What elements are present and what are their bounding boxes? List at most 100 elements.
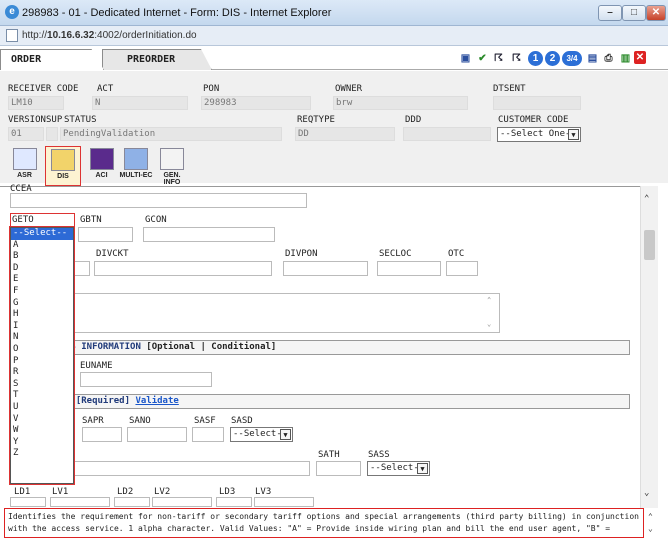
aci-form-button[interactable]: ACI <box>85 146 118 186</box>
ccea-input[interactable] <box>10 193 307 208</box>
pon-label: PON <box>203 84 220 94</box>
gbtn-input[interactable] <box>78 227 133 242</box>
euname-input[interactable] <box>80 372 212 387</box>
lv3-input[interactable] <box>254 497 314 507</box>
content-scrollbar[interactable]: ⌃ ⌄ <box>640 186 658 508</box>
title-bar: e 298983 - 01 - Dedicated Internet - For… <box>0 0 668 26</box>
tab-preorder[interactable]: PREORDER <box>102 49 212 70</box>
geto-dropdown-list[interactable]: --Select-- A B D E F G H I N O P R S T U V W Y Z <box>9 226 75 485</box>
geto-option[interactable]: U <box>11 402 73 414</box>
geto-option[interactable]: N <box>11 332 73 344</box>
geto-option[interactable]: B <box>11 251 73 263</box>
scroll-up-icon[interactable]: ⌃ <box>644 194 649 204</box>
sano-input[interactable] <box>127 427 187 442</box>
geto-option[interactable]: O <box>11 344 73 356</box>
print-icon[interactable]: ⎙ <box>601 51 616 66</box>
tab-strip: PREORDER ORDER ▣ ✔ ☈ ☈ 1 2 3/4 ▤ ⎙ ▥ ✕ <box>0 46 668 70</box>
geto-highlight <box>10 213 75 227</box>
sasd-select[interactable]: --Select-- ▼ <box>230 427 293 442</box>
geto-option[interactable]: E <box>11 274 73 286</box>
tab-order[interactable]: ORDER <box>0 49 104 70</box>
runner-alt-icon[interactable]: ☈ <box>509 51 524 66</box>
maximize-button[interactable]: □ <box>622 5 646 21</box>
geto-option[interactable]: S <box>11 379 73 391</box>
gen-info-form-button[interactable]: GEN. INFO <box>155 146 189 186</box>
otc-input[interactable] <box>446 261 478 276</box>
multi-ec-form-button[interactable]: MULTI-EC <box>119 146 153 186</box>
reqtype-label: REQTYPE <box>297 115 335 125</box>
owner-label: OWNER <box>335 84 363 94</box>
check-icon[interactable]: ✔ <box>475 51 490 66</box>
geto-option[interactable]: V <box>11 414 73 426</box>
sass-select[interactable]: --Select-- ▼ <box>367 461 430 476</box>
ld1-input[interactable] <box>10 497 46 507</box>
sasf-input[interactable] <box>192 427 224 442</box>
scroll-down-icon[interactable]: ⌄ <box>644 488 649 498</box>
secloc-input[interactable] <box>377 261 441 276</box>
pon-field: 298983 <box>201 96 311 110</box>
section-service-address: L [Required] Validate <box>10 394 630 409</box>
sapr-input[interactable] <box>82 427 122 442</box>
ld1-label: LD1 <box>14 487 31 497</box>
dis-form-button[interactable]: DIS <box>45 146 81 186</box>
runner-icon[interactable]: ☈ <box>491 51 506 66</box>
divpon-input[interactable] <box>283 261 368 276</box>
validate-link[interactable]: Validate <box>135 396 178 406</box>
lv1-input[interactable] <box>50 497 110 507</box>
section-end-user-info: SS INFORMATION [Optional | Conditional] <box>10 340 630 355</box>
scroll-thumb[interactable] <box>644 230 655 260</box>
export-icon[interactable]: ▥ <box>618 51 633 66</box>
customer-code-select[interactable]: --Select One-- ▼ <box>497 127 581 142</box>
address-bar[interactable]: http://10.16.6.32:4002/orderInitiation.d… <box>0 26 668 46</box>
document-icon[interactable]: ▤ <box>585 51 600 66</box>
page-2-button[interactable]: 2 <box>545 51 560 66</box>
geto-option[interactable]: I <box>11 321 73 333</box>
page-34-button[interactable]: 3/4 <box>562 51 582 66</box>
geto-option[interactable]: Z <box>11 448 73 460</box>
textarea-up-icon[interactable]: ⌃ <box>487 296 491 304</box>
geto-option[interactable]: D <box>11 263 73 275</box>
sasd-label: SASD <box>231 416 253 426</box>
geto-option[interactable]: G <box>11 298 73 310</box>
sath-input[interactable] <box>316 461 361 476</box>
status-field: PendingValidation <box>60 127 282 141</box>
textarea-down-icon[interactable]: ⌄ <box>487 320 491 328</box>
geto-option[interactable]: R <box>11 367 73 379</box>
reqtype-field: DD <box>295 127 395 141</box>
lv2-input[interactable] <box>152 497 212 507</box>
version-field: 01 <box>8 127 44 141</box>
ld2-input[interactable] <box>114 497 150 507</box>
minimize-button[interactable]: – <box>598 5 622 21</box>
sass-label: SASS <box>368 450 390 460</box>
asr-form-button[interactable]: ASR <box>8 146 41 186</box>
gcon-label: GCON <box>145 215 167 225</box>
close-button[interactable]: ✕ <box>646 5 666 21</box>
ld3-input[interactable] <box>216 497 252 507</box>
geto-option[interactable]: F <box>11 286 73 298</box>
dis-icon <box>51 149 75 171</box>
owner-field: brw <box>333 96 468 110</box>
geto-option[interactable]: H <box>11 309 73 321</box>
url-text[interactable]: http://10.16.6.32:4002/orderInitiation.d… <box>22 30 197 41</box>
geto-option[interactable]: W <box>11 425 73 437</box>
gcon-input[interactable] <box>143 227 275 242</box>
exit-icon[interactable]: ✕ <box>634 51 646 64</box>
field-partial-input[interactable] <box>74 261 90 276</box>
street-input[interactable] <box>74 461 310 476</box>
save-icon[interactable]: ▣ <box>458 51 473 66</box>
remarks-textarea[interactable] <box>74 293 500 333</box>
asr-icon <box>12 148 37 170</box>
geto-option[interactable]: A <box>11 240 73 252</box>
geto-option-select[interactable]: --Select-- <box>11 228 73 240</box>
help-scroll-up-icon[interactable]: ⌃ <box>648 512 653 521</box>
geto-option[interactable]: T <box>11 390 73 402</box>
sasf-label: SASF <box>194 416 216 426</box>
aci-icon <box>89 148 114 170</box>
lv2-label: LV2 <box>154 487 171 497</box>
geto-option[interactable]: P <box>11 356 73 368</box>
divckt-input[interactable] <box>94 261 272 276</box>
geto-option[interactable]: Y <box>11 437 73 449</box>
help-scroll-down-icon[interactable]: ⌄ <box>648 524 653 533</box>
page-1-button[interactable]: 1 <box>528 51 543 66</box>
divckt-label: DIVCKT <box>96 249 129 259</box>
